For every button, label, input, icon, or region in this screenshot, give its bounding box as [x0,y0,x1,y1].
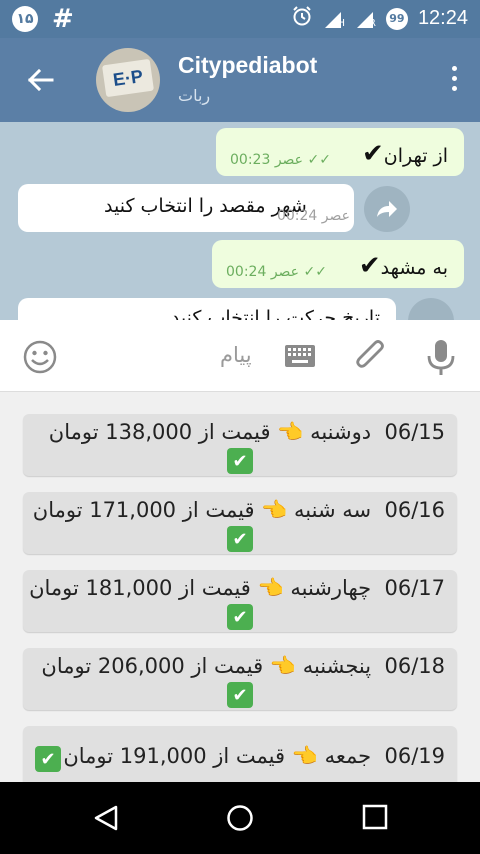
message-input-bar: پیام [0,320,480,392]
pointing-hand-icon: 👈 [291,744,318,768]
button-label: 06/19 جمعه 👈 قیمت از 191,000 تومان [63,744,445,768]
pointing-hand-icon: 👈 [277,420,304,444]
button-label: 06/17 چهارشنبه 👈 قیمت از 181,000 تومان [29,576,445,600]
attach-icon[interactable] [352,338,390,376]
clock-time: 12:24 [417,7,468,29]
status-bar: ۱۵ # H R 99 12:24 [0,0,480,38]
message-text: تاریخ حرکت را انتخاب کنید [170,307,380,320]
check-box-icon: ✔ [227,448,253,474]
pointing-hand-icon: 👈 [261,498,288,522]
message-incoming[interactable]: شهر مقصد را انتخاب کنید عصر 00:24 [18,184,354,232]
message-text: به مشهد✔ [358,251,448,281]
button-label: 06/18 پنجشنبه 👈 قیمت از 206,000 تومان [41,654,445,678]
pointing-hand-icon: 👈 [257,576,284,600]
chat-header: E·P Citypediabot ربات [0,38,480,122]
check-mark-icon: ✔ [361,139,384,169]
message-meta: عصر 00:24 ✓✓ [226,264,327,280]
check-box-icon: ✔ [35,746,61,772]
bot-avatar[interactable]: E·P [96,48,160,112]
check-box-icon: ✔ [227,604,253,630]
signal-r-label: R [368,17,376,29]
notif-circle-icon: 99 [385,7,408,30]
keyboard-button-date[interactable]: 06/18 پنجشنبه 👈 قیمت از 206,000 تومان ✔ [23,648,457,710]
message-outgoing[interactable]: به مشهد✔ عصر 00:24 ✓✓ [212,240,464,288]
double-check-icon: ✓✓ [307,152,331,168]
back-arrow-icon[interactable] [24,64,56,96]
notification-count-badge: ۱۵ [12,6,38,32]
message-outgoing[interactable]: از تهران✔ عصر 00:23 ✓✓ [216,128,464,176]
keyboard-button-date[interactable]: 06/17 چهارشنبه 👈 قیمت از 181,000 تومان ✔ [23,570,457,632]
forward-button[interactable] [408,298,454,320]
chat-title[interactable]: Citypediabot [178,52,317,79]
nav-back-icon[interactable] [92,804,120,832]
signal-h-label: H [337,17,345,29]
forward-button[interactable] [364,186,410,232]
alarm-icon [291,5,313,32]
bot-keyboard: 06/15 دوشنبه 👈 قیمت از 138,000 تومان ✔ 0… [0,392,480,782]
chat-subtitle: ربات [178,86,211,105]
signal-h-icon: H [323,9,345,29]
button-label: 06/15 دوشنبه 👈 قیمت از 138,000 تومان [48,420,445,444]
double-check-icon: ✓✓ [303,264,327,280]
pointing-hand-icon: 👈 [269,654,297,678]
microphone-icon[interactable] [424,338,458,376]
button-label: 06/16 سه شنبه 👈 قیمت از 171,000 تومان [32,498,445,522]
message-meta: عصر 00:23 ✓✓ [230,152,331,168]
message-incoming[interactable]: تاریخ حرکت را انتخاب کنید [18,298,396,320]
nav-recent-apps-icon[interactable] [362,804,388,830]
message-input[interactable]: پیام [220,343,252,367]
check-mark-icon: ✔ [358,251,381,281]
nav-home-icon[interactable] [226,804,254,832]
more-options-icon[interactable] [450,66,458,96]
keyboard-icon[interactable] [284,344,316,368]
system-nav-bar [0,782,480,854]
hash-icon: # [52,4,74,34]
chat-messages[interactable]: از تهران✔ عصر 00:23 ✓✓ شهر مقصد را انتخا… [0,122,480,320]
keyboard-button-date[interactable]: 06/15 دوشنبه 👈 قیمت از 138,000 تومان ✔ [23,414,457,476]
check-box-icon: ✔ [227,526,253,552]
keyboard-button-date[interactable]: 06/19 جمعه 👈 قیمت از 191,000 تومان ✔ [23,726,457,782]
check-box-icon: ✔ [227,682,253,708]
avatar-logo: E·P [102,58,154,98]
signal-r-icon: R [355,9,376,29]
forward-icon [377,201,397,217]
emoji-icon[interactable] [22,339,58,375]
message-meta: عصر 00:24 [276,208,350,224]
message-text: از تهران✔ [361,139,448,169]
keyboard-button-date[interactable]: 06/16 سه شنبه 👈 قیمت از 171,000 تومان ✔ [23,492,457,554]
